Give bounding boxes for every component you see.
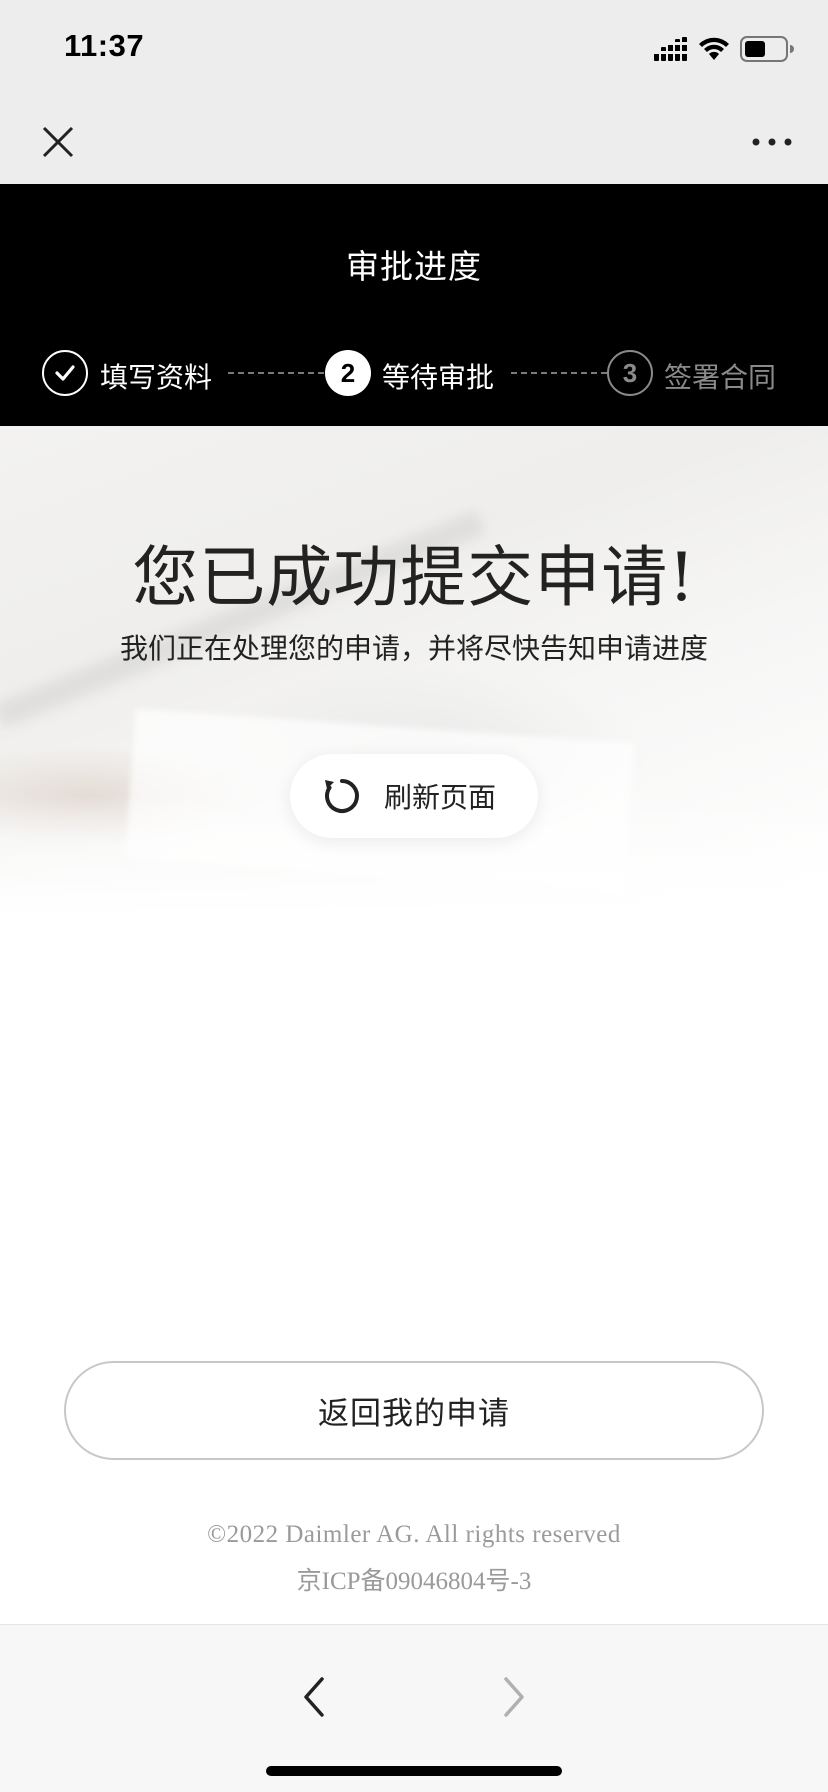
- chevron-right-icon[interactable]: [496, 1673, 532, 1721]
- step-1-label: 填写资料: [100, 361, 213, 394]
- step-2-indicator: 2: [325, 350, 371, 396]
- success-subtitle: 我们正在处理您的申请，并将尽快告知申请进度: [119, 632, 708, 665]
- success-title: 您已成功提交申请!: [132, 539, 696, 616]
- status-icons: [654, 34, 794, 64]
- step-connector-2: [511, 372, 607, 374]
- step-1-indicator: [42, 350, 88, 396]
- step-3-number: 3: [622, 357, 638, 388]
- confirmation-hero: 您已成功提交申请! 我们正在处理您的申请，并将尽快告知申请进度 刷新页面: [0, 426, 828, 916]
- wifi-icon: [699, 37, 729, 60]
- refresh-page-button[interactable]: 刷新页面: [290, 754, 538, 838]
- page-title: 审批进度: [346, 247, 482, 286]
- step-2-label: 等待审批: [382, 361, 495, 394]
- status-bar: 11:37: [0, 0, 828, 100]
- check-icon: [55, 365, 75, 381]
- close-icon[interactable]: [38, 122, 78, 162]
- cellular-signal-icon: [654, 37, 687, 61]
- step-3-indicator: 3: [607, 350, 653, 396]
- progress-steps: 填写资料 2 等待审批 3 签署合同: [0, 350, 828, 406]
- refresh-icon: [325, 779, 359, 813]
- footer-copyright: ©2022 Daimler AG. All rights reserved: [207, 1521, 621, 1548]
- battery-icon: [740, 36, 794, 62]
- more-icon[interactable]: [750, 128, 794, 156]
- status-time: 11:37: [64, 28, 145, 63]
- approval-progress-header: 审批进度 填写资料 2 等待审批 3 签署合同: [0, 184, 828, 426]
- refresh-page-label: 刷新页面: [384, 781, 497, 814]
- return-my-application-button[interactable]: 返回我的申请: [64, 1361, 764, 1460]
- nav-bar: [0, 100, 828, 184]
- step-connector-1: [228, 372, 324, 374]
- step-3-label: 签署合同: [664, 361, 777, 394]
- home-indicator: [266, 1766, 562, 1776]
- step-2-number: 2: [340, 357, 356, 388]
- chevron-left-icon[interactable]: [296, 1673, 332, 1721]
- browser-bottom-toolbar: [0, 1624, 828, 1792]
- footer-icp-link[interactable]: 京ICP备09046804号-3: [0, 1561, 828, 1597]
